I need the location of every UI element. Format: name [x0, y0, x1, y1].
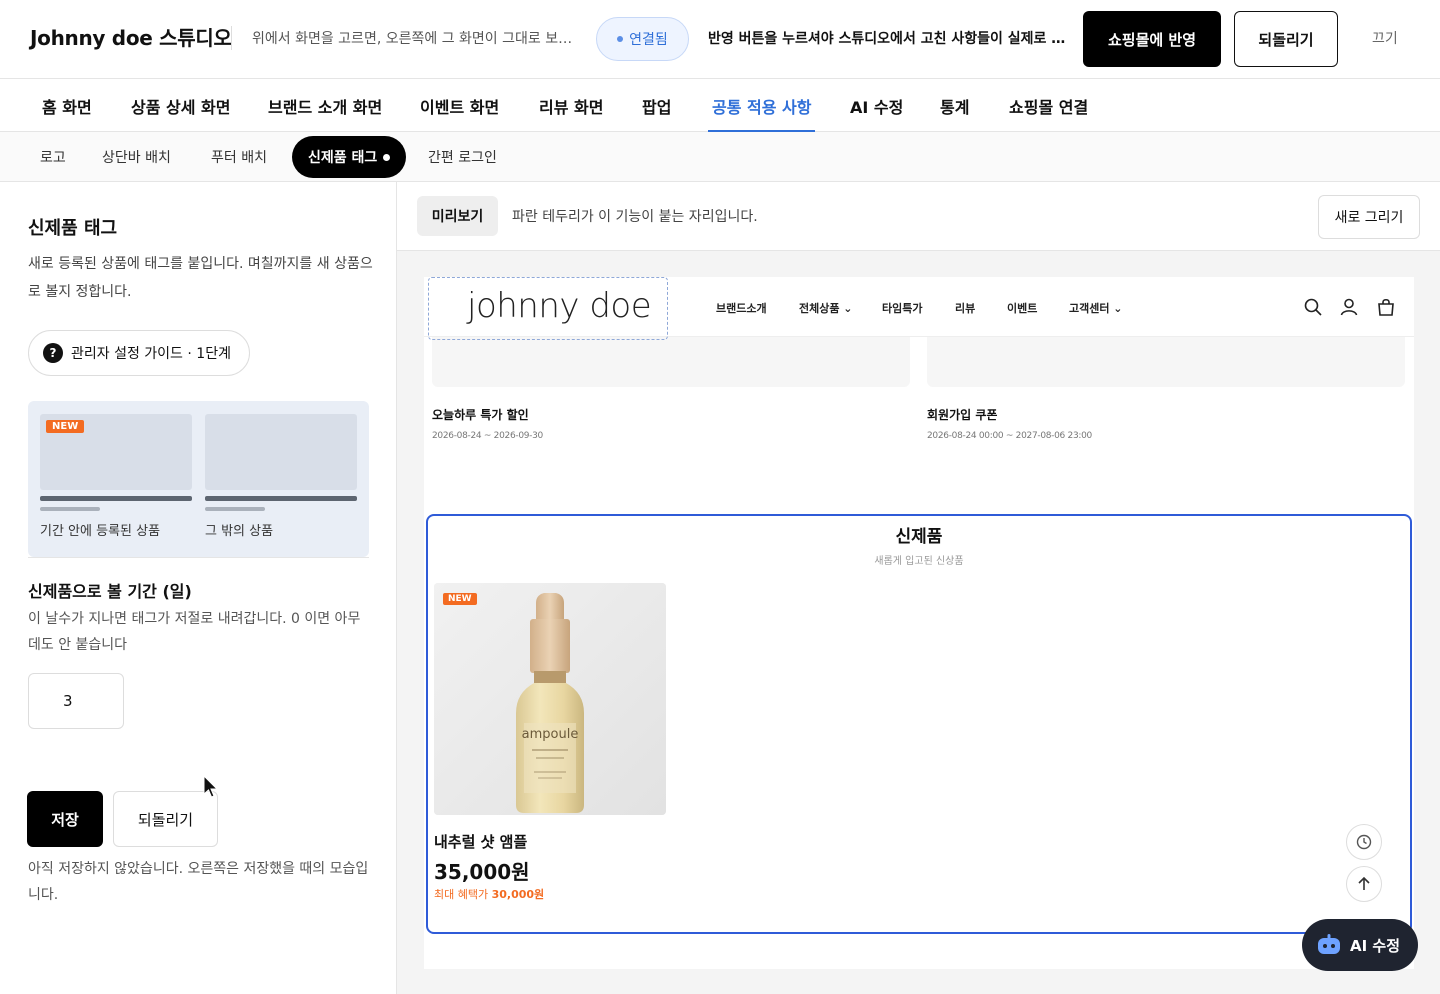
- preview-panel: 미리보기 파란 테두리가 이 기능이 붙는 자리입니다. 새로 그리기 오늘하루…: [397, 182, 1440, 994]
- admin-guide-button[interactable]: ? 관리자 설정 가이드 · 1단계: [28, 330, 250, 376]
- settings-panel: 신제품 태그 새로 등록된 상품에 태그를 붙입니다. 며칠까지를 새 상품으로…: [0, 182, 397, 994]
- sub-tabs: 로고 상단바 배치 푸터 배치 신제품 태그 간편 로그인: [0, 132, 1440, 182]
- benefit-price: 30,000원: [491, 888, 545, 901]
- arrow-up-icon: [1358, 876, 1370, 890]
- product-image[interactable]: ampoule NEW: [434, 583, 666, 815]
- connection-status-label: 연결됨: [629, 32, 668, 48]
- search-icon[interactable]: [1303, 297, 1323, 317]
- product-card-placeholder: NEW: [40, 414, 192, 490]
- new-badge: NEW: [46, 420, 85, 433]
- publish-button[interactable]: 쇼핑몰에 반영: [1083, 11, 1221, 67]
- new-products-title: 신제품: [895, 527, 943, 547]
- panel-title: 신제품 태그: [28, 218, 118, 239]
- tab-product-detail[interactable]: 상품 상세 화면: [131, 79, 230, 132]
- tag-comparison-illustration: NEW 기간 안에 등록된 상품 그 밖의 상품: [28, 401, 369, 557]
- robot-icon: [1318, 934, 1340, 954]
- new-products-section-highlight: 신제품 새롭게 입고된 신상품 ampoule NEW 내추럴 샷 앰플 35,…: [426, 514, 1412, 934]
- unsaved-note: 아직 저장하지 않았습니다. 오른쪽은 저장했을 때의 모습입니다.: [28, 861, 369, 903]
- save-button[interactable]: 저장: [27, 791, 103, 847]
- placeholder-bar: [205, 496, 357, 501]
- off-button[interactable]: 끄기: [1372, 28, 1398, 48]
- period-description: 이 날수가 지나면 태그가 저절로 내려갑니다. 0 이면 아무 데도 안 붙습…: [28, 611, 361, 653]
- site-menu-brand[interactable]: 브랜드소개: [716, 300, 767, 316]
- bottle-label: ampoule: [522, 727, 579, 742]
- top-bar: Johnny doe 스튜디오 위에서 화면을 고르면, 오른쪽에 그 화면이 …: [0, 0, 1440, 79]
- event-banner-image: [432, 337, 910, 387]
- unsaved-dot-icon: [383, 153, 391, 161]
- preview-description: 파란 테두리가 이 기능이 붙는 자리입니다.: [512, 209, 758, 225]
- product-name[interactable]: 내추럴 샷 앰플: [434, 831, 527, 852]
- admin-guide-label: 관리자 설정 가이드 · 1단계: [71, 346, 231, 362]
- revert-all-button[interactable]: 되돌리기: [1234, 11, 1338, 67]
- subtab-header-layout[interactable]: 상단바 배치: [102, 132, 171, 182]
- tab-event[interactable]: 이벤트 화면: [420, 79, 499, 132]
- period-days-input[interactable]: [28, 673, 124, 729]
- preview-header: 미리보기 파란 테두리가 이 기능이 붙는 자리입니다. 새로 그리기: [397, 182, 1440, 251]
- tab-common[interactable]: 공통 적용 사항: [707, 79, 816, 132]
- subtab-logo[interactable]: 로고: [40, 132, 66, 182]
- tab-review[interactable]: 리뷰 화면: [539, 79, 603, 132]
- ai-edit-floating-button[interactable]: AI 수정: [1302, 919, 1418, 971]
- tab-stats[interactable]: 통계: [940, 79, 969, 132]
- status-dot-icon: [617, 36, 624, 42]
- site-menu-review[interactable]: 리뷰: [955, 300, 975, 316]
- divider: [28, 557, 369, 558]
- recent-view-button[interactable]: [1346, 824, 1382, 860]
- connection-status-badge: 연결됨: [596, 17, 689, 61]
- publish-hint: 반영 버튼을 누르셔야 스튜디오에서 고친 사항들이 실제로 쇼핑몰에 반영됩니…: [708, 31, 1070, 47]
- user-icon[interactable]: [1339, 297, 1359, 317]
- question-icon: ?: [43, 343, 63, 363]
- event-title[interactable]: 오늘하루 특가 할인: [432, 406, 529, 423]
- benefit-label: 최대 혜택가: [434, 888, 489, 901]
- placeholder-bar: [40, 507, 100, 511]
- ampoule-bottle-image: ampoule: [434, 583, 666, 815]
- studio-hint: 위에서 화면을 고르면, 오른쪽에 그 화면이 그대로 보입니다: [252, 31, 578, 47]
- subtab-new-tag[interactable]: 신제품 태그: [292, 136, 407, 178]
- tab-ai-edit[interactable]: AI 수정: [850, 79, 903, 132]
- revert-button[interactable]: 되돌리기: [113, 791, 218, 847]
- main-tabs: 홈 화면 상품 상세 화면 브랜드 소개 화면 이벤트 화면 리뷰 화면 팝업 …: [0, 79, 1440, 132]
- tab-home[interactable]: 홈 화면: [42, 79, 92, 132]
- comparison-label-in: 기간 안에 등록된 상품: [40, 524, 161, 539]
- tab-mall-connect[interactable]: 쇼핑몰 연결: [1009, 79, 1088, 132]
- site-menu-customer-center[interactable]: 고객센터 ⌄: [1069, 300, 1123, 316]
- mouse-cursor-icon: [203, 775, 219, 798]
- ai-edit-label: AI 수정: [1350, 936, 1401, 955]
- redraw-button[interactable]: 새로 그리기: [1318, 195, 1420, 239]
- site-menu-event[interactable]: 이벤트: [1007, 300, 1037, 316]
- product-price: 35,000원: [434, 860, 530, 884]
- new-products-subtitle: 새롭게 입고된 신상품: [874, 556, 964, 567]
- event-date: 2026-08-24 00:00 ~ 2027-08-06 23:00: [927, 431, 1092, 441]
- divider: [231, 26, 232, 50]
- subtab-new-tag-label: 신제품 태그: [308, 150, 378, 166]
- bag-icon[interactable]: [1376, 297, 1396, 317]
- site-preview-frame: 오늘하루 특가 할인 2026-08-24 ~ 2026-09-30 회원가입 …: [424, 277, 1414, 969]
- subtab-footer-layout[interactable]: 푸터 배치: [211, 132, 267, 182]
- tab-brand[interactable]: 브랜드 소개 화면: [268, 79, 382, 132]
- tab-popup[interactable]: 팝업: [642, 79, 671, 132]
- logo-placement-outline: johnny doe: [428, 277, 668, 340]
- site-logo[interactable]: johnny doe: [467, 286, 652, 326]
- event-banner-image: [927, 337, 1405, 387]
- subtab-easy-login[interactable]: 간편 로그인: [428, 132, 497, 182]
- product-card-placeholder: [205, 414, 357, 490]
- history-icon: [1356, 834, 1372, 850]
- comparison-label-out: 그 밖의 상품: [205, 524, 274, 539]
- site-menu-all-products[interactable]: 전체상품 ⌄: [799, 300, 853, 316]
- product-benefit-price: 최대 혜택가 30,000원: [434, 886, 544, 902]
- new-tag-badge: NEW: [443, 593, 477, 605]
- site-header: johnny doe 브랜드소개 전체상품 ⌄ 타임특가 리뷰 이벤트 고객센터…: [424, 277, 1414, 340]
- placeholder-bar: [40, 496, 192, 501]
- panel-description: 새로 등록된 상품에 태그를 붙입니다. 며칠까지를 새 상품으로 볼지 정합니…: [28, 256, 373, 300]
- studio-brand: Johnny doe 스튜디오: [30, 26, 232, 50]
- period-title: 신제품으로 볼 기간 (일): [28, 582, 192, 601]
- event-date: 2026-08-24 ~ 2026-09-30: [432, 431, 543, 441]
- event-title[interactable]: 회원가입 쿠폰: [927, 406, 997, 423]
- scroll-top-button[interactable]: [1346, 866, 1382, 902]
- preview-label: 미리보기: [417, 196, 498, 236]
- placeholder-bar: [205, 507, 265, 511]
- site-menu-time-sale[interactable]: 타임특가: [882, 300, 922, 316]
